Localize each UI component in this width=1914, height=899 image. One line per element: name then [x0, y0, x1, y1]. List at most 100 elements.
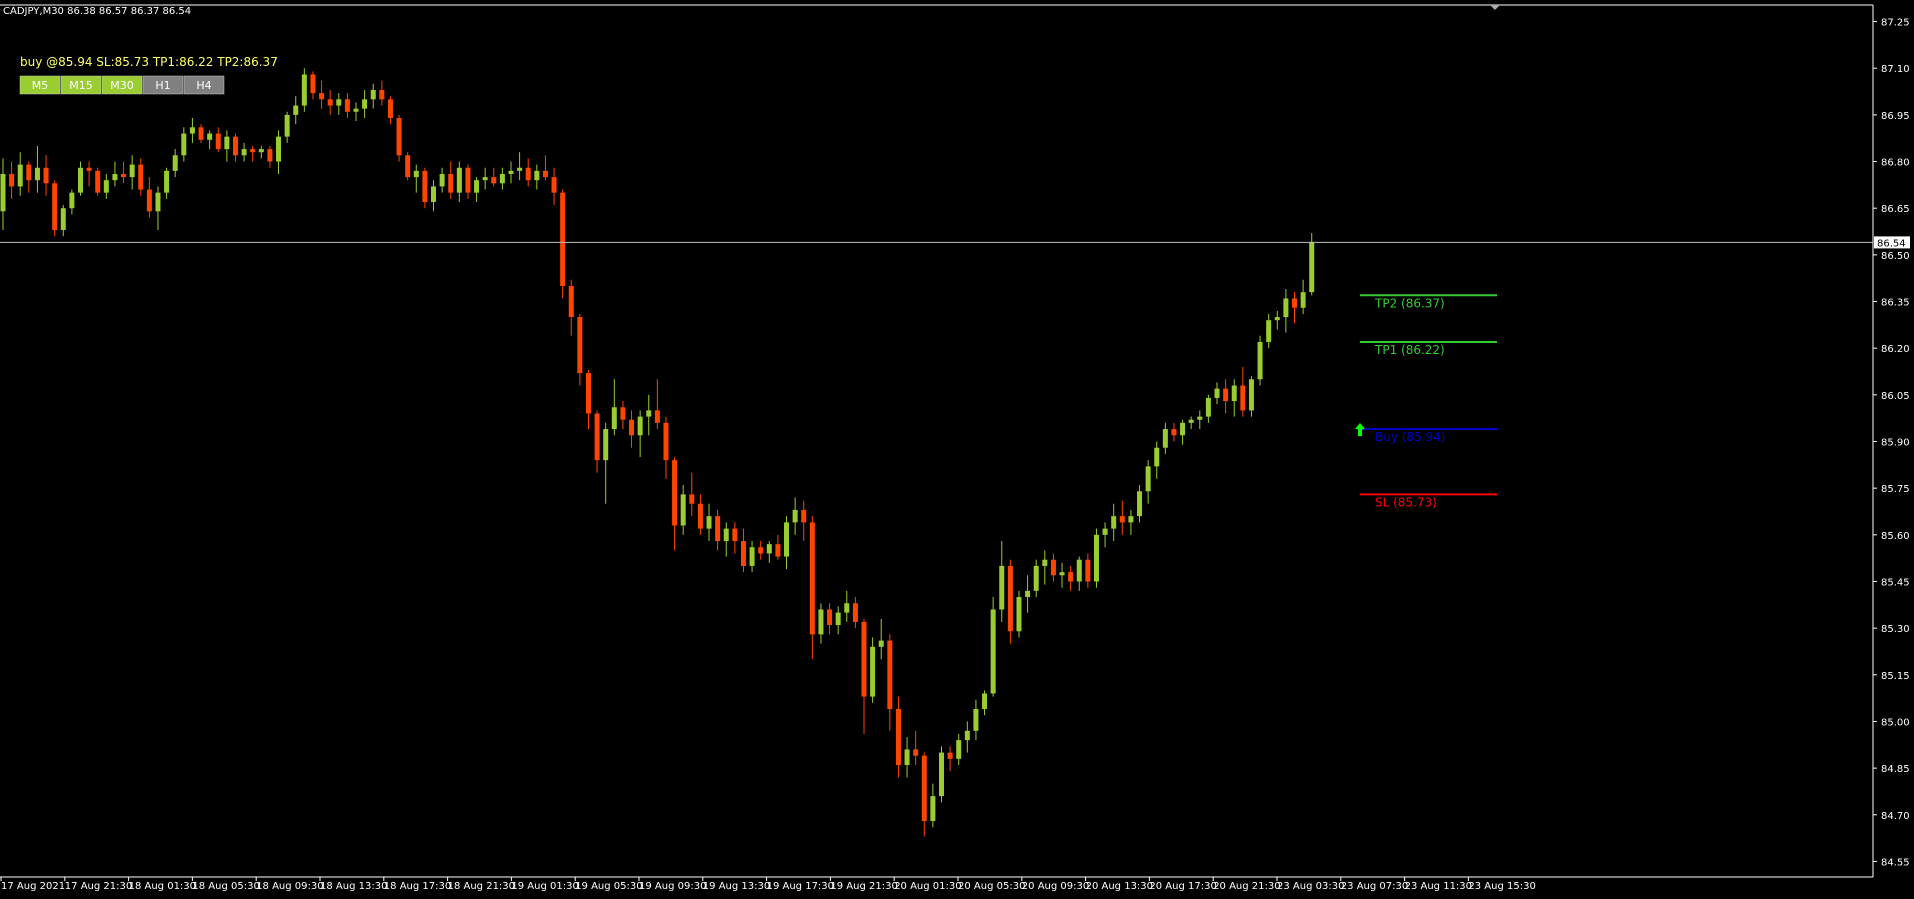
candle: [870, 637, 876, 703]
x-tick-label: 18 Aug 01:30: [129, 881, 196, 892]
candle-body: [680, 494, 686, 526]
timeframe-button-h4[interactable]: H4: [183, 75, 225, 95]
y-tick-label: 85.60: [1881, 531, 1910, 542]
candle-body: [1102, 528, 1108, 535]
candle-body: [69, 192, 75, 209]
candle-body: [766, 544, 772, 554]
candle: [95, 167, 101, 196]
candle-body: [103, 180, 109, 193]
candle-body: [1283, 298, 1289, 318]
x-tick-label: 18 Aug 21:30: [448, 881, 515, 892]
candle-body: [207, 133, 213, 140]
timeframe-button-label[interactable]: M5: [32, 79, 49, 92]
current-price-badge-label: 86.54: [1877, 238, 1906, 249]
price-chart[interactable]: TP2 (86.37) TP1 (86.22) Buy (85.94) SL (85.…: [0, 0, 1914, 899]
candle-body: [861, 621, 867, 697]
timeframe-button-m30[interactable]: M30: [101, 75, 143, 95]
candle-body: [164, 170, 170, 193]
candle-body: [982, 693, 988, 710]
candle-body: [577, 317, 583, 374]
candle-body: [293, 105, 299, 115]
x-tick-label: 18 Aug 09:30: [256, 881, 323, 892]
candle: [396, 114, 402, 162]
candle-body: [1154, 447, 1160, 467]
x-tick-label: 18 Aug 17:30: [384, 881, 451, 892]
candle-body: [1292, 298, 1297, 308]
candle-body: [594, 413, 600, 461]
candle-body: [465, 167, 471, 193]
candle-body: [938, 752, 944, 797]
candle-body: [629, 419, 635, 436]
timeframe-button-m5[interactable]: M5: [19, 75, 61, 95]
candle-body: [1033, 565, 1039, 591]
candle-body: [9, 173, 15, 187]
level-label: TP2 (86.37): [1374, 296, 1445, 310]
candle-body: [1137, 491, 1143, 517]
x-tick-label: 19 Aug 13:30: [703, 881, 770, 892]
y-tick-label: 84.55: [1881, 857, 1910, 868]
candle: [560, 189, 566, 299]
candle-body: [431, 186, 436, 202]
y-tick-label: 85.00: [1881, 717, 1910, 728]
timeframe-button-label[interactable]: H4: [196, 79, 211, 92]
candle-body: [1231, 385, 1237, 402]
timeframe-button-label[interactable]: H1: [155, 79, 170, 92]
candle-body: [672, 460, 678, 526]
candle-body: [956, 740, 962, 759]
candle-body: [878, 640, 884, 647]
candle-body: [723, 528, 729, 542]
candle-body: [1162, 429, 1168, 448]
y-tick-label: 86.80: [1881, 158, 1910, 169]
candle-body: [1214, 388, 1220, 398]
candle-body: [77, 167, 83, 193]
candle: [1016, 590, 1022, 638]
candle-body: [870, 646, 876, 697]
y-tick-label: 86.05: [1881, 391, 1910, 402]
candle-body: [913, 749, 919, 756]
candle-body: [663, 422, 669, 461]
candle: [1093, 528, 1099, 588]
candle-body: [930, 796, 936, 822]
candle-body: [887, 640, 893, 710]
timeframe-button-label[interactable]: M15: [69, 79, 93, 92]
candle-body: [344, 99, 350, 112]
candle-body: [551, 177, 557, 193]
candle-body: [921, 755, 927, 822]
candle: [938, 746, 944, 803]
candle-body: [852, 603, 858, 622]
candle-body: [1093, 534, 1099, 582]
chart-window[interactable]: TP2 (86.37) TP1 (86.22) Buy (85.94) SL (85.…: [0, 0, 1914, 899]
x-tick-label: 20 Aug 01:30: [894, 881, 961, 892]
y-tick-label: 84.70: [1881, 811, 1910, 822]
candle-body: [758, 547, 764, 554]
level-label: TP1 (86.22): [1374, 343, 1445, 357]
candle-body: [1007, 565, 1013, 632]
candle-body: [1266, 320, 1272, 342]
candle-body: [1042, 559, 1048, 566]
candle: [990, 597, 996, 697]
timeframe-buttons: M5 M15 M30 H1 H4: [19, 75, 225, 95]
candle-body: [215, 133, 221, 150]
candle-body: [250, 149, 256, 153]
candle-body: [517, 167, 523, 171]
candle-body: [740, 541, 746, 566]
candle-body: [637, 416, 643, 436]
candle-body: [172, 155, 178, 171]
x-tick-label: 19 Aug 17:30: [767, 881, 834, 892]
candle-body: [0, 173, 6, 212]
candle-body: [835, 612, 841, 626]
candle-body: [1085, 559, 1091, 582]
timeframe-button-h1[interactable]: H1: [142, 75, 184, 95]
candle-body: [198, 127, 204, 140]
timeframe-button-m15[interactable]: M15: [60, 75, 102, 95]
candle-body: [603, 429, 609, 461]
candle-body: [646, 410, 652, 417]
candle-body: [534, 170, 540, 181]
candle-body: [413, 170, 419, 178]
candle-body: [1059, 572, 1065, 576]
y-tick-label: 85.45: [1881, 577, 1910, 588]
candle-body: [405, 155, 411, 178]
timeframe-button-label[interactable]: M30: [110, 79, 134, 92]
candle-body: [775, 544, 781, 557]
candle-body: [715, 516, 721, 542]
